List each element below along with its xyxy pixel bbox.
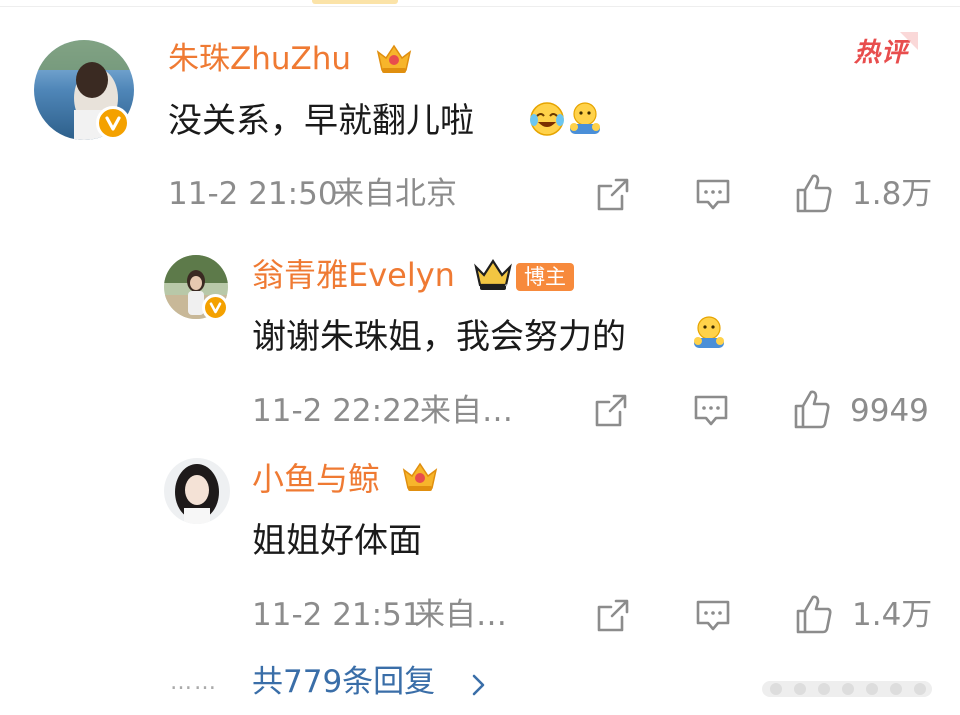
verified-badge-icon — [202, 294, 229, 321]
reply-location: 来自… — [414, 597, 507, 633]
like-count: 1.8万 — [852, 176, 933, 212]
more-replies-link[interactable]: 共779条回复 — [252, 667, 435, 698]
comment-text: 没关系，早就翻儿啦 — [168, 101, 474, 141]
like-count: 9949 — [850, 393, 929, 429]
blogger-tag: 博主 — [516, 263, 574, 291]
like-icon[interactable] — [792, 388, 832, 430]
like-icon[interactable] — [794, 593, 834, 635]
share-icon[interactable] — [592, 392, 630, 430]
comment-username[interactable]: 朱珠ZhuZhu — [168, 44, 351, 75]
share-icon[interactable] — [594, 176, 632, 214]
ellipsis-dots: …… — [170, 670, 218, 695]
top-divider — [0, 6, 960, 7]
comment-icon[interactable] — [694, 176, 732, 214]
reply-username[interactable]: 小鱼与鲸 — [252, 463, 380, 495]
hot-ribbon-icon — [900, 32, 918, 50]
hug-emoji-icon — [566, 100, 604, 138]
reply-text: 谢谢朱珠姐，我会努力的 — [252, 317, 626, 357]
avatar[interactable] — [164, 458, 230, 524]
comment-icon[interactable] — [692, 392, 730, 430]
comment-location: 来自北京 — [333, 176, 457, 212]
vip-crown-icon — [400, 458, 440, 494]
watermark — [760, 676, 940, 708]
reply-text: 姐姐好体面 — [252, 521, 422, 561]
weibo-comment-thread: 朱珠ZhuZhu 热评 没关系，早就翻儿啦 11-2 21:50 来自北京 1.… — [0, 0, 960, 715]
hug-emoji-icon — [690, 314, 728, 352]
reply-time: 11-2 21:51 — [252, 597, 422, 633]
top-tab-indicator — [312, 0, 398, 4]
comment-time: 11-2 21:50 — [168, 176, 338, 212]
reply-location: 来自… — [420, 393, 513, 429]
vip-crown-icon: 1 — [472, 257, 514, 294]
reply-time: 11-2 22:22 — [252, 393, 422, 429]
verified-badge-icon — [96, 106, 130, 140]
laugh-cry-emoji-icon — [528, 100, 566, 138]
share-icon[interactable] — [594, 597, 632, 635]
like-icon[interactable] — [794, 172, 834, 214]
svg-text:1: 1 — [504, 284, 510, 293]
vip-crown-icon — [374, 40, 414, 76]
comment-icon[interactable] — [694, 597, 732, 635]
reply-username[interactable]: 翁青雅Evelyn — [252, 259, 455, 291]
like-count: 1.4万 — [852, 597, 933, 633]
chevron-right-icon[interactable] — [470, 672, 488, 698]
